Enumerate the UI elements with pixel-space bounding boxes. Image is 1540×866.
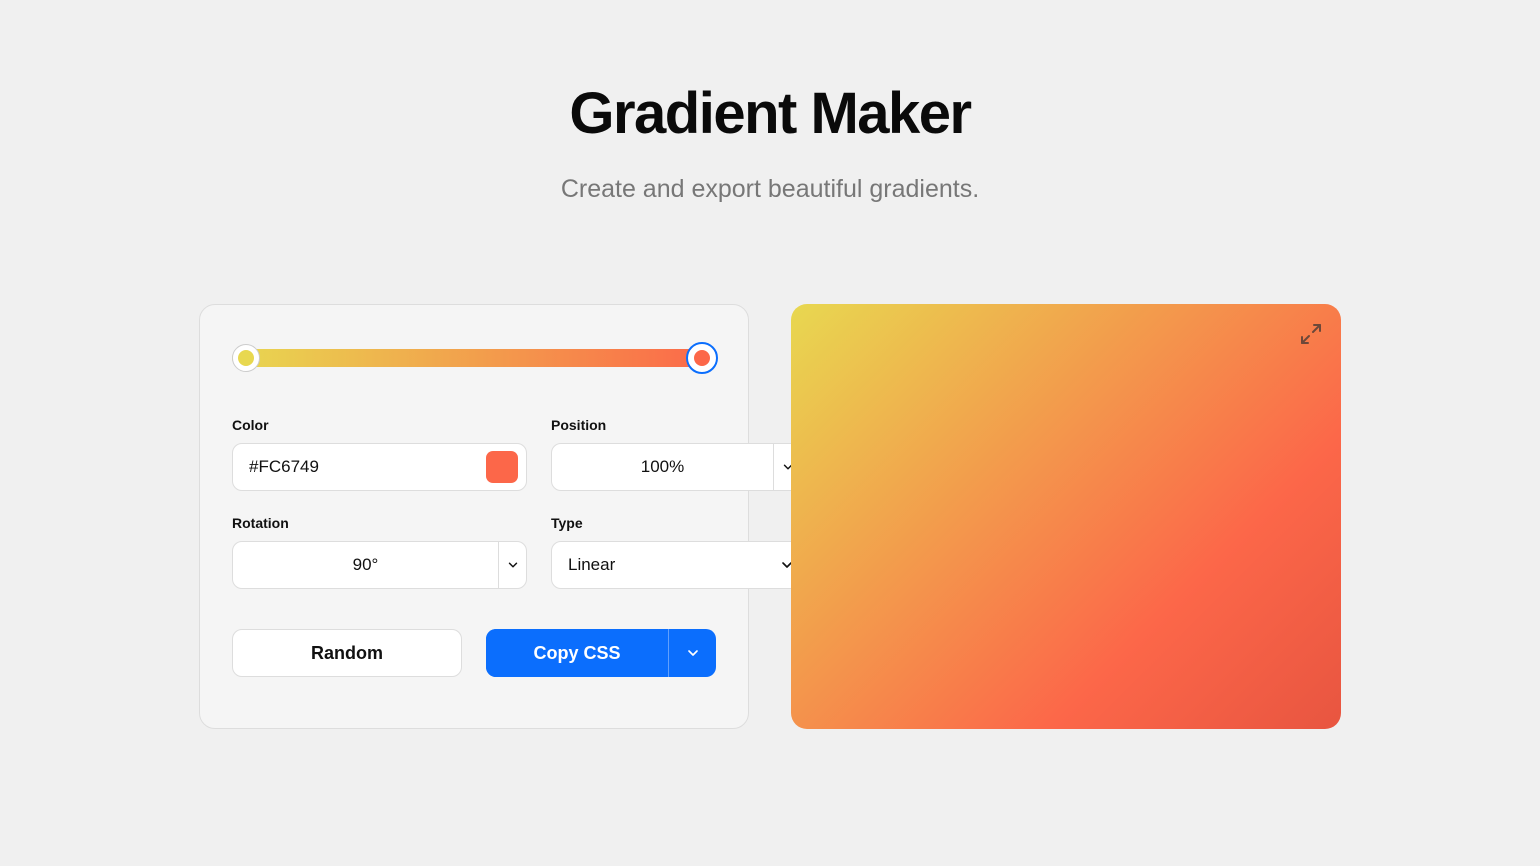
page-title: Gradient Maker [0, 80, 1540, 147]
type-value: Linear [552, 542, 773, 588]
rotation-stepper[interactable] [498, 542, 526, 588]
copy-css-button[interactable]: Copy CSS [486, 629, 668, 677]
chevron-down-icon [685, 645, 701, 661]
expand-icon [1299, 322, 1323, 346]
copy-css-button-group: Copy CSS [486, 629, 716, 677]
gradient-slider[interactable] [232, 349, 716, 367]
random-button[interactable]: Random [232, 629, 462, 677]
controls-panel: Color Position Rotation [199, 304, 749, 729]
copy-css-dropdown[interactable] [668, 629, 716, 677]
rotation-label: Rotation [232, 515, 527, 531]
color-label: Color [232, 417, 527, 433]
chevron-down-icon [506, 558, 520, 572]
type-select[interactable]: Linear [551, 541, 802, 589]
position-label: Position [551, 417, 802, 433]
page-subtitle: Create and export beautiful gradients. [0, 175, 1540, 204]
position-input[interactable] [552, 444, 773, 490]
gradient-stop-1[interactable] [686, 342, 718, 374]
rotation-input[interactable] [233, 542, 498, 588]
gradient-preview [791, 304, 1341, 729]
color-input[interactable] [233, 444, 486, 490]
expand-button[interactable] [1299, 322, 1323, 346]
type-label: Type [551, 515, 802, 531]
gradient-stop-0-color [238, 350, 254, 366]
gradient-stop-1-color [694, 350, 710, 366]
color-input-wrapper [232, 443, 527, 491]
color-swatch[interactable] [486, 451, 518, 483]
position-input-wrapper [551, 443, 802, 491]
rotation-input-wrapper [232, 541, 527, 589]
gradient-stop-0[interactable] [232, 344, 260, 372]
